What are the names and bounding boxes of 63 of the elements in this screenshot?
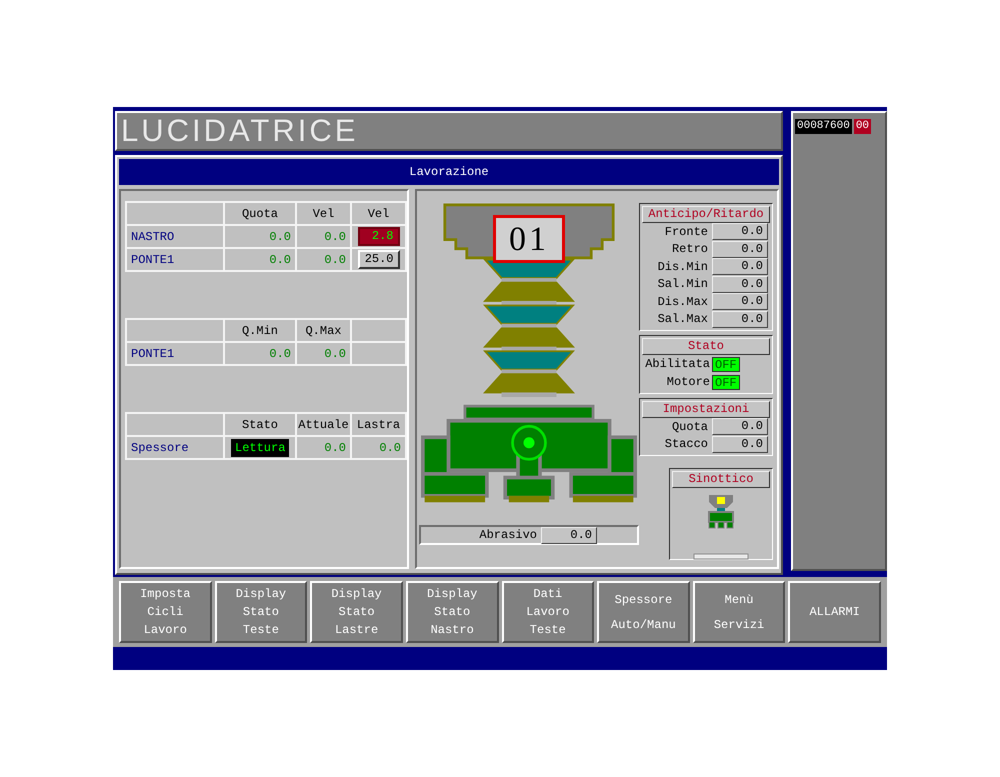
table-cell-text: 0.0 [269, 228, 291, 246]
field-label: Quota [672, 418, 708, 436]
value-readout: 0.0 [541, 526, 597, 544]
column-header: Quota [242, 206, 278, 222]
code-badge: 00 [854, 119, 872, 134]
head-number: 01 [493, 215, 565, 263]
setpoint-field[interactable]: 25.0 [358, 250, 400, 269]
field-label: Dis.Max [658, 294, 708, 311]
column-header: Q.Min [242, 322, 278, 340]
function-button[interactable]: Display Stato Lastre [310, 581, 403, 643]
column-header: Attuale [298, 416, 349, 434]
status-indicator: OFF [712, 374, 740, 390]
value-readout: 0.0 [712, 240, 768, 258]
table-cell-text: 0.0 [324, 252, 346, 268]
table-cell-text: 0.0 [269, 346, 291, 362]
value-readout: 0.0 [712, 276, 768, 293]
group-title: Stato [642, 338, 770, 355]
field-label: Retro [672, 241, 708, 258]
table-cell-text: 0.0 [269, 252, 291, 268]
column-header: Vel [312, 206, 334, 222]
synoptic-drawing [693, 494, 749, 560]
table-cell-text: 0.0 [379, 440, 401, 456]
table-cell-text: 0.0 [324, 228, 346, 246]
row-label: PONTE1 [131, 252, 174, 268]
group-title: Impostazioni [642, 401, 770, 418]
value-readout: 0.0 [712, 223, 768, 240]
field-label: Fronte [664, 224, 708, 241]
table-cell-text: 0.0 [324, 440, 346, 456]
function-button[interactable]: ALLARMI [788, 581, 881, 643]
state-indicator: Lettura [231, 438, 289, 456]
value-readout: 0.0 [712, 258, 768, 276]
column-header: Lastra [356, 416, 400, 434]
status-label: Abilitata [644, 356, 710, 373]
field-label: Sal.Min [658, 276, 708, 294]
column-header: Stato [242, 416, 278, 434]
status-indicator: OFF [712, 356, 740, 372]
row-label: NASTRO [131, 228, 174, 246]
app-title: LUCIDATRICE [121, 112, 358, 150]
row-label: PONTE1 [131, 346, 174, 362]
group-title: Sinottico [672, 471, 770, 488]
function-button[interactable]: Imposta Cicli Lavoro [119, 581, 212, 643]
function-button[interactable]: Dati Lavoro Teste [502, 581, 594, 643]
function-button[interactable]: Spessore Auto/Manu [597, 581, 690, 643]
field-label: Sal.Max [658, 311, 708, 328]
value-readout: 0.0 [712, 436, 768, 453]
value-readout: 0.0 [712, 418, 768, 436]
column-header: Vel [368, 206, 390, 222]
field-label: Abrasivo [479, 527, 537, 544]
row-label: Spessore [131, 440, 189, 456]
group-title: Anticipo/Ritardo [642, 206, 770, 223]
setpoint-field[interactable]: 2.8 [358, 227, 400, 246]
counter-display: 00087600 [795, 119, 852, 134]
panel-header: Lavorazione [119, 159, 779, 185]
function-button[interactable]: Menù Servizi [692, 581, 786, 643]
field-label: Dis.Min [658, 258, 708, 276]
value-readout: 0.0 [712, 293, 768, 310]
status-label: Motore [666, 374, 710, 391]
function-button[interactable]: Display Stato Teste [214, 581, 308, 643]
function-button[interactable]: Display Stato Nastro [406, 581, 498, 643]
table-cell-text: 0.0 [324, 346, 346, 362]
column-header: Q.Max [305, 322, 342, 340]
value-readout: 0.0 [712, 310, 768, 328]
field-label: Stacco [664, 436, 708, 454]
